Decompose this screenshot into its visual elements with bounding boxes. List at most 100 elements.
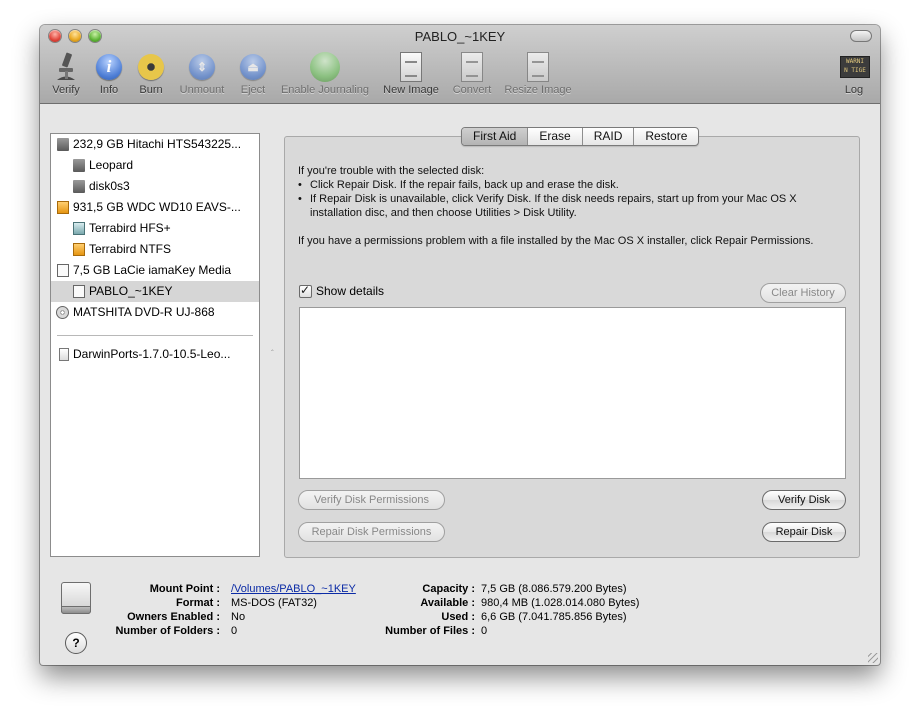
sidebar-item-label: Leopard <box>89 158 134 172</box>
capacity-label: Capacity : <box>422 583 475 595</box>
sidebar-item-dvd-drive[interactable]: MATSHITA DVD-R UJ-868 <box>51 302 259 323</box>
capacity-value: 7,5 GB (8.086.579.200 Bytes) <box>481 583 627 595</box>
tab-restore[interactable]: Restore <box>633 128 698 145</box>
sidebar-item-terrabird-hfs[interactable]: Terrabird HFS+ <box>51 218 259 239</box>
sidebar-item-label: 232,9 GB Hitachi HTS543225... <box>73 137 242 151</box>
volume-icon <box>73 180 85 193</box>
toolbar-toggle-button[interactable] <box>850 30 872 42</box>
sidebar-item-hitachi-disk[interactable]: 232,9 GB Hitachi HTS543225... <box>51 134 259 155</box>
used-label: Used : <box>441 611 475 623</box>
sidebar-item-lacie-media[interactable]: 7,5 GB LaCie iamaKey Media <box>51 260 259 281</box>
repair-disk-button[interactable]: Repair Disk <box>762 522 846 542</box>
bullet-text: If Repair Disk is unavailable, click Ver… <box>310 193 797 219</box>
usb-disk-icon <box>57 264 69 277</box>
sidebar-item-pablo-volume[interactable]: PABLO_~1KEY <box>51 281 259 302</box>
hard-disk-icon <box>57 138 69 151</box>
used-value: 6,6 GB (7.041.785.856 Bytes) <box>481 611 627 623</box>
convert-label: Convert <box>452 84 492 96</box>
info-label: Info <box>99 84 119 96</box>
external-volume-icon <box>73 243 85 256</box>
log-label: Log <box>844 84 864 96</box>
time-machine-volume-icon <box>73 222 85 235</box>
new-image-label: New Image <box>383 84 439 96</box>
log-toolbar-button[interactable]: WARNI N TIGE Log <box>838 50 870 96</box>
burn-label: Burn <box>139 84 163 96</box>
mount-point-label: Mount Point : <box>149 583 220 595</box>
window-title: PABLO_~1KEY <box>414 29 506 44</box>
dvd-drive-icon <box>56 306 69 319</box>
enable-journaling-toolbar-button[interactable]: Enable Journaling <box>278 50 372 96</box>
verify-disk-button[interactable]: Verify Disk <box>762 490 846 510</box>
sidebar-item-label: DarwinPorts-1.7.0-10.5-Leo... <box>73 347 231 361</box>
unmount-toolbar-button[interactable]: ⇕ Unmount <box>176 50 228 96</box>
new-image-icon <box>381 50 441 84</box>
disk-image-icon <box>59 348 69 361</box>
first-aid-intro: If you're trouble with the selected disk… <box>298 165 485 177</box>
number-of-files-value: 0 <box>481 625 488 637</box>
burn-icon <box>136 50 166 84</box>
verify-disk-permissions-button[interactable]: Verify Disk Permissions <box>298 490 445 510</box>
sidebar-item-label: disk0s3 <box>89 179 130 193</box>
show-details-checkbox[interactable] <box>299 283 312 298</box>
available-label: Available : <box>420 597 475 609</box>
number-of-files-label: Number of Files : <box>385 625 475 637</box>
bullet-marker: • <box>298 179 302 191</box>
burn-toolbar-button[interactable]: Burn <box>136 50 166 96</box>
convert-toolbar-button[interactable]: Convert <box>450 50 494 96</box>
first-aid-bullet-1: • Click Repair Disk. If the repair fails… <box>298 178 850 192</box>
show-details-label[interactable]: Show details <box>316 284 384 298</box>
journaling-icon <box>278 50 372 84</box>
permissions-note: If you have a permissions problem with a… <box>298 235 814 247</box>
unmount-icon: ⇕ <box>176 50 228 84</box>
sidebar-item-wdc-disk[interactable]: 931,5 GB WDC WD10 EAVS-... <box>51 197 259 218</box>
format-value: MS-DOS (FAT32) <box>231 597 317 609</box>
resize-grip[interactable] <box>868 653 878 663</box>
sidebar-item-label: Terrabird HFS+ <box>89 221 171 235</box>
sidebar-item-terrabird-ntfs[interactable]: Terrabird NTFS <box>51 239 259 260</box>
volume-icon <box>73 159 85 172</box>
sidebar-item-label: 7,5 GB LaCie iamaKey Media <box>73 263 232 277</box>
sidebar-divider <box>57 335 253 339</box>
clear-history-button[interactable]: Clear History <box>760 283 846 303</box>
resize-image-label: Resize Image <box>504 84 572 96</box>
owners-enabled-label: Owners Enabled : <box>127 611 220 623</box>
number-of-folders-label: Number of Folders : <box>115 625 220 637</box>
number-of-folders-value: 0 <box>231 625 238 637</box>
details-log-view[interactable] <box>299 307 846 479</box>
log-console-icon: WARNI N TIGE <box>838 50 870 84</box>
first-aid-bullet-2: • If Repair Disk is unavailable, click V… <box>298 192 850 220</box>
info-toolbar-button[interactable]: i Info <box>96 50 122 96</box>
sidebar-item-label: Terrabird NTFS <box>89 242 172 256</box>
enable-journaling-label: Enable Journaling <box>280 84 370 96</box>
bullet-text: Click Repair Disk. If the repair fails, … <box>310 179 619 191</box>
device-list[interactable]: 232,9 GB Hitachi HTS543225... Leopard di… <box>50 133 260 557</box>
external-disk-icon <box>57 201 69 214</box>
tab-erase[interactable]: Erase <box>527 128 581 145</box>
new-image-toolbar-button[interactable]: New Image <box>381 50 441 96</box>
sidebar-item-darwinports-image[interactable]: DarwinPorts-1.7.0-10.5-Leo... <box>51 344 259 365</box>
unmount-label: Unmount <box>179 84 225 96</box>
convert-icon <box>450 50 494 84</box>
usb-volume-icon <box>73 285 85 298</box>
sidebar-item-label: MATSHITA DVD-R UJ-868 <box>73 305 215 319</box>
info-icon: i <box>96 50 122 84</box>
microscope-icon <box>48 50 84 84</box>
sidebar-item-label: PABLO_~1KEY <box>89 284 173 298</box>
repair-disk-permissions-button[interactable]: Repair Disk Permissions <box>298 522 445 542</box>
format-label: Format : <box>176 597 220 609</box>
sidebar-item-label: 931,5 GB WDC WD10 EAVS-... <box>73 200 241 214</box>
tab-first-aid[interactable]: First Aid <box>462 128 528 145</box>
verify-toolbar-button[interactable]: Verify <box>48 50 84 96</box>
resize-image-icon <box>502 50 574 84</box>
sidebar-item-leopard[interactable]: Leopard <box>51 155 259 176</box>
eject-toolbar-button[interactable]: ⏏ Eject <box>238 50 268 96</box>
disk-utility-window: PABLO_~1KEY Verify i Info Burn ⇕ Unmount… <box>40 25 880 665</box>
resize-image-toolbar-button[interactable]: Resize Image <box>502 50 574 96</box>
tab-raid[interactable]: RAID <box>581 128 634 145</box>
splitter-handle[interactable]: ‸ <box>271 342 274 351</box>
verify-label: Verify <box>52 84 80 96</box>
eject-label: Eject <box>240 84 266 96</box>
bullet-marker: • <box>298 193 302 205</box>
tab-bar: First Aid Erase RAID Restore <box>461 127 700 146</box>
sidebar-item-disk0s3[interactable]: disk0s3 <box>51 176 259 197</box>
